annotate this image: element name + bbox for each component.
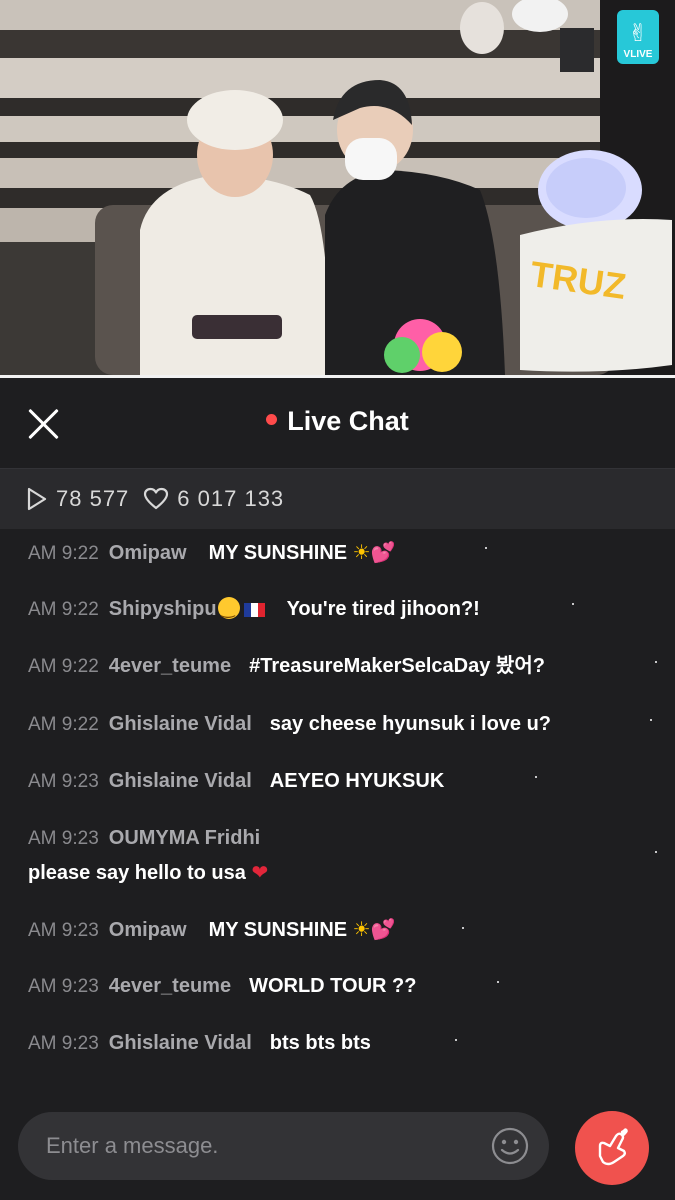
- chat-message: AM 9:22 Shipyshipu You're tired jihoon?!: [28, 596, 665, 623]
- vlive-logo: ✌ VLIVE: [617, 10, 659, 64]
- message-time: AM 9:23: [28, 1033, 99, 1054]
- live-indicator-dot: [266, 414, 278, 426]
- message-text: AEYEO HYUKSUK: [269, 770, 445, 792]
- smiley-emoji-icon: [217, 596, 240, 623]
- message-time: AM 9:23: [28, 920, 99, 941]
- chat-message: AM 9:23 Omipaw MY SUNSHINE ☀💕: [28, 916, 665, 944]
- two-hearts-emoji-icon: 💕: [370, 540, 396, 564]
- chat-message: AM 9:22 4ever_teume #TreasureMakerSelcaDay…: [28, 653, 665, 680]
- views-count: 78 577: [56, 486, 130, 511]
- stats-bar: 78 577 6 017 133: [0, 469, 675, 529]
- message-text: say cheese hyunsuk i love u?: [269, 713, 552, 735]
- message-composer: [0, 1089, 675, 1200]
- message-username[interactable]: Ghislaine Vidal: [109, 713, 252, 735]
- message-time: AM 9:23: [28, 771, 99, 792]
- message-text: MY SUNSHINE: [208, 542, 348, 564]
- message-text-line: please say hello to usa ❤: [28, 859, 665, 886]
- floating-particle: [497, 981, 499, 983]
- chat-message: AM 9:23 4ever_teume WORLD TOUR ??: [28, 973, 665, 1000]
- chat-title-text: Live Chat: [287, 406, 409, 436]
- chat-message: AM 9:23 OUMYMA Fridhi please say hello to…: [28, 825, 665, 886]
- message-text: #TreasureMakerSelcaDay 봤어?: [249, 655, 545, 677]
- floating-particle: [535, 776, 537, 778]
- smiley-icon[interactable]: [490, 1126, 530, 1166]
- chat-header: Live Chat: [0, 378, 675, 469]
- play-icon: [27, 487, 47, 511]
- message-time: AM 9:23: [28, 828, 99, 849]
- chat-message: AM 9:22 Ghislaine Vidal say cheese hyunsuk…: [28, 711, 665, 738]
- floating-particle: [655, 851, 657, 853]
- message-username[interactable]: Omipaw: [109, 919, 187, 941]
- france-flag-icon: [243, 602, 265, 617]
- message-time: AM 9:22: [28, 714, 99, 735]
- message-time: AM 9:22: [28, 543, 99, 564]
- floating-particle: [485, 547, 487, 549]
- message-username[interactable]: 4ever_teume: [109, 655, 231, 677]
- floating-particle: [572, 603, 574, 605]
- message-time: AM 9:23: [28, 976, 99, 997]
- message-text: WORLD TOUR ??: [249, 975, 417, 997]
- chat-title: Live Chat: [0, 406, 675, 437]
- message-username[interactable]: 4ever_teume: [109, 975, 231, 997]
- message-text: MY SUNSHINE: [208, 919, 348, 941]
- floating-particle: [650, 719, 652, 721]
- sun-emoji-icon: ☀: [352, 917, 371, 941]
- views-stat: 78 577: [26, 486, 129, 512]
- message-time: AM 9:22: [28, 656, 99, 677]
- message-input[interactable]: [18, 1112, 549, 1180]
- red-heart-emoji-icon: ❤: [251, 860, 269, 884]
- message-username[interactable]: Ghislaine Vidal: [109, 770, 252, 792]
- v-logo-icon: ✌: [627, 20, 649, 47]
- video-player[interactable]: TRUZ ✌ VLIVE: [0, 0, 675, 375]
- floating-particle: [462, 927, 464, 929]
- message-username[interactable]: Ghislaine Vidal: [109, 1032, 252, 1054]
- two-hearts-emoji-icon: 💕: [370, 917, 396, 941]
- message-username[interactable]: OUMYMA Fridhi: [109, 827, 260, 849]
- sun-emoji-icon: ☀: [352, 540, 371, 564]
- message-username[interactable]: Shipyshipu: [109, 598, 217, 620]
- message-text: bts bts bts: [269, 1032, 371, 1054]
- chat-message-list[interactable]: AM 9:22 Omipaw MY SUNSHINE ☀💕 AM 9:22 Shipy…: [0, 529, 675, 1089]
- message-username[interactable]: Omipaw: [109, 542, 187, 564]
- finger-heart-button[interactable]: [575, 1111, 649, 1185]
- floating-particle: [655, 661, 657, 663]
- chat-message: AM 9:22 Omipaw MY SUNSHINE ☀💕: [28, 539, 665, 567]
- likes-stat: 6 017 133: [143, 486, 284, 512]
- floating-particle: [455, 1039, 457, 1041]
- likes-count: 6 017 133: [177, 486, 285, 511]
- video-frame: TRUZ: [0, 0, 675, 375]
- message-time: AM 9:22: [28, 599, 99, 620]
- message-text: You're tired jihoon?!: [286, 598, 480, 620]
- chat-message: AM 9:23 Ghislaine Vidal AEYEO HYUKSUK: [28, 768, 665, 795]
- chat-message: AM 9:23 Ghislaine Vidal bts bts bts: [28, 1030, 665, 1057]
- finger-heart-icon: [598, 1128, 628, 1166]
- message-text: please say hello to usa: [28, 862, 246, 884]
- vlive-logo-text: VLIVE: [623, 49, 653, 60]
- heart-outline-icon: [144, 487, 169, 510]
